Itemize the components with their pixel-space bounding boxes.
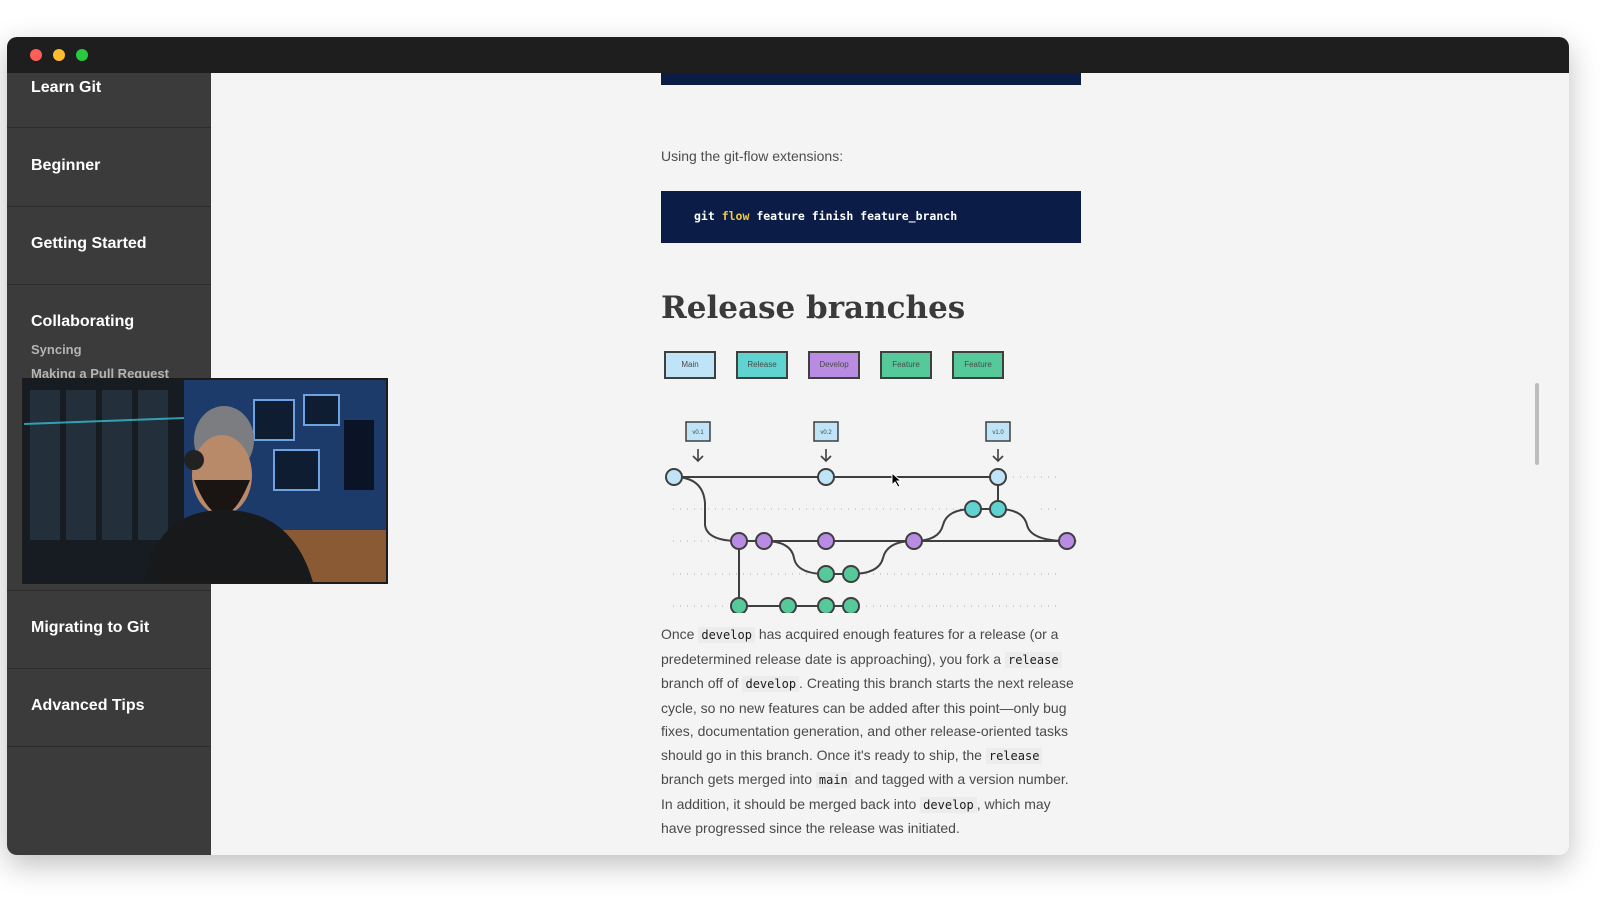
webcam-overlay [22, 378, 388, 584]
inline-code: develop [698, 627, 755, 643]
release-branches-diagram: v0.1 v0.2 v1.0 [665, 421, 1081, 613]
sidebar-item-advanced-tips[interactable]: Advanced Tips [7, 669, 211, 747]
code-text: feature finish feature_branch [749, 209, 958, 223]
inline-code: develop [920, 796, 977, 813]
minimize-window-button[interactable] [53, 49, 65, 61]
title-bar [7, 37, 1569, 73]
tag-label: v0.2 [820, 430, 832, 436]
code-text: git [694, 209, 722, 223]
sidebar-item-label: Collaborating [31, 313, 135, 330]
code-block: git flow feature finish feature_branch [661, 191, 1081, 243]
legend-feature: Feature [880, 351, 932, 379]
scrollbar-thumb[interactable] [1535, 383, 1539, 465]
sidebar-item-migrating-to-git[interactable]: Migrating to Git [7, 591, 211, 669]
legend-feature-2: Feature [952, 351, 1004, 379]
release-branch-paragraph: Once develop has acquired enough feature… [661, 626, 1074, 836]
main-content: Using the git-flow extensions: git flow … [211, 73, 1569, 855]
sidebar-item-label: Beginner [31, 157, 101, 174]
sidebar-item-label: Learn Git [31, 79, 102, 96]
intro-text: Using the git-flow extensions: [661, 148, 844, 164]
close-window-button[interactable] [30, 49, 42, 61]
legend-main: Main [664, 351, 716, 379]
legend-develop: Develop [808, 351, 860, 379]
inline-code: release [1004, 651, 1062, 668]
section-heading: Release branches [661, 290, 966, 326]
previous-code-block [661, 73, 1081, 85]
sidebar-item-getting-started[interactable]: Getting Started [7, 207, 211, 285]
sidebar-item-label: Getting Started [31, 235, 147, 252]
mouse-cursor-icon [891, 472, 903, 488]
code-keyword: flow [721, 209, 750, 223]
inline-code: main [815, 772, 851, 788]
tag-label: v0.1 [692, 430, 704, 436]
sidebar-item-beginner[interactable]: Beginner [7, 128, 211, 207]
legend-release: Release [736, 351, 788, 379]
sidebar-subitem-syncing[interactable]: Syncing [31, 342, 82, 357]
inline-code: release [985, 747, 1043, 764]
maximize-window-button[interactable] [76, 49, 88, 61]
webcam-video-frame [24, 380, 386, 582]
sidebar-item-label: Migrating to Git [31, 619, 150, 636]
inline-code: develop [742, 676, 800, 692]
tag-label: v1.0 [992, 430, 1004, 436]
sidebar-item-label: Advanced Tips [31, 697, 145, 714]
sidebar-item-learn-git[interactable]: Learn Git [7, 73, 211, 128]
